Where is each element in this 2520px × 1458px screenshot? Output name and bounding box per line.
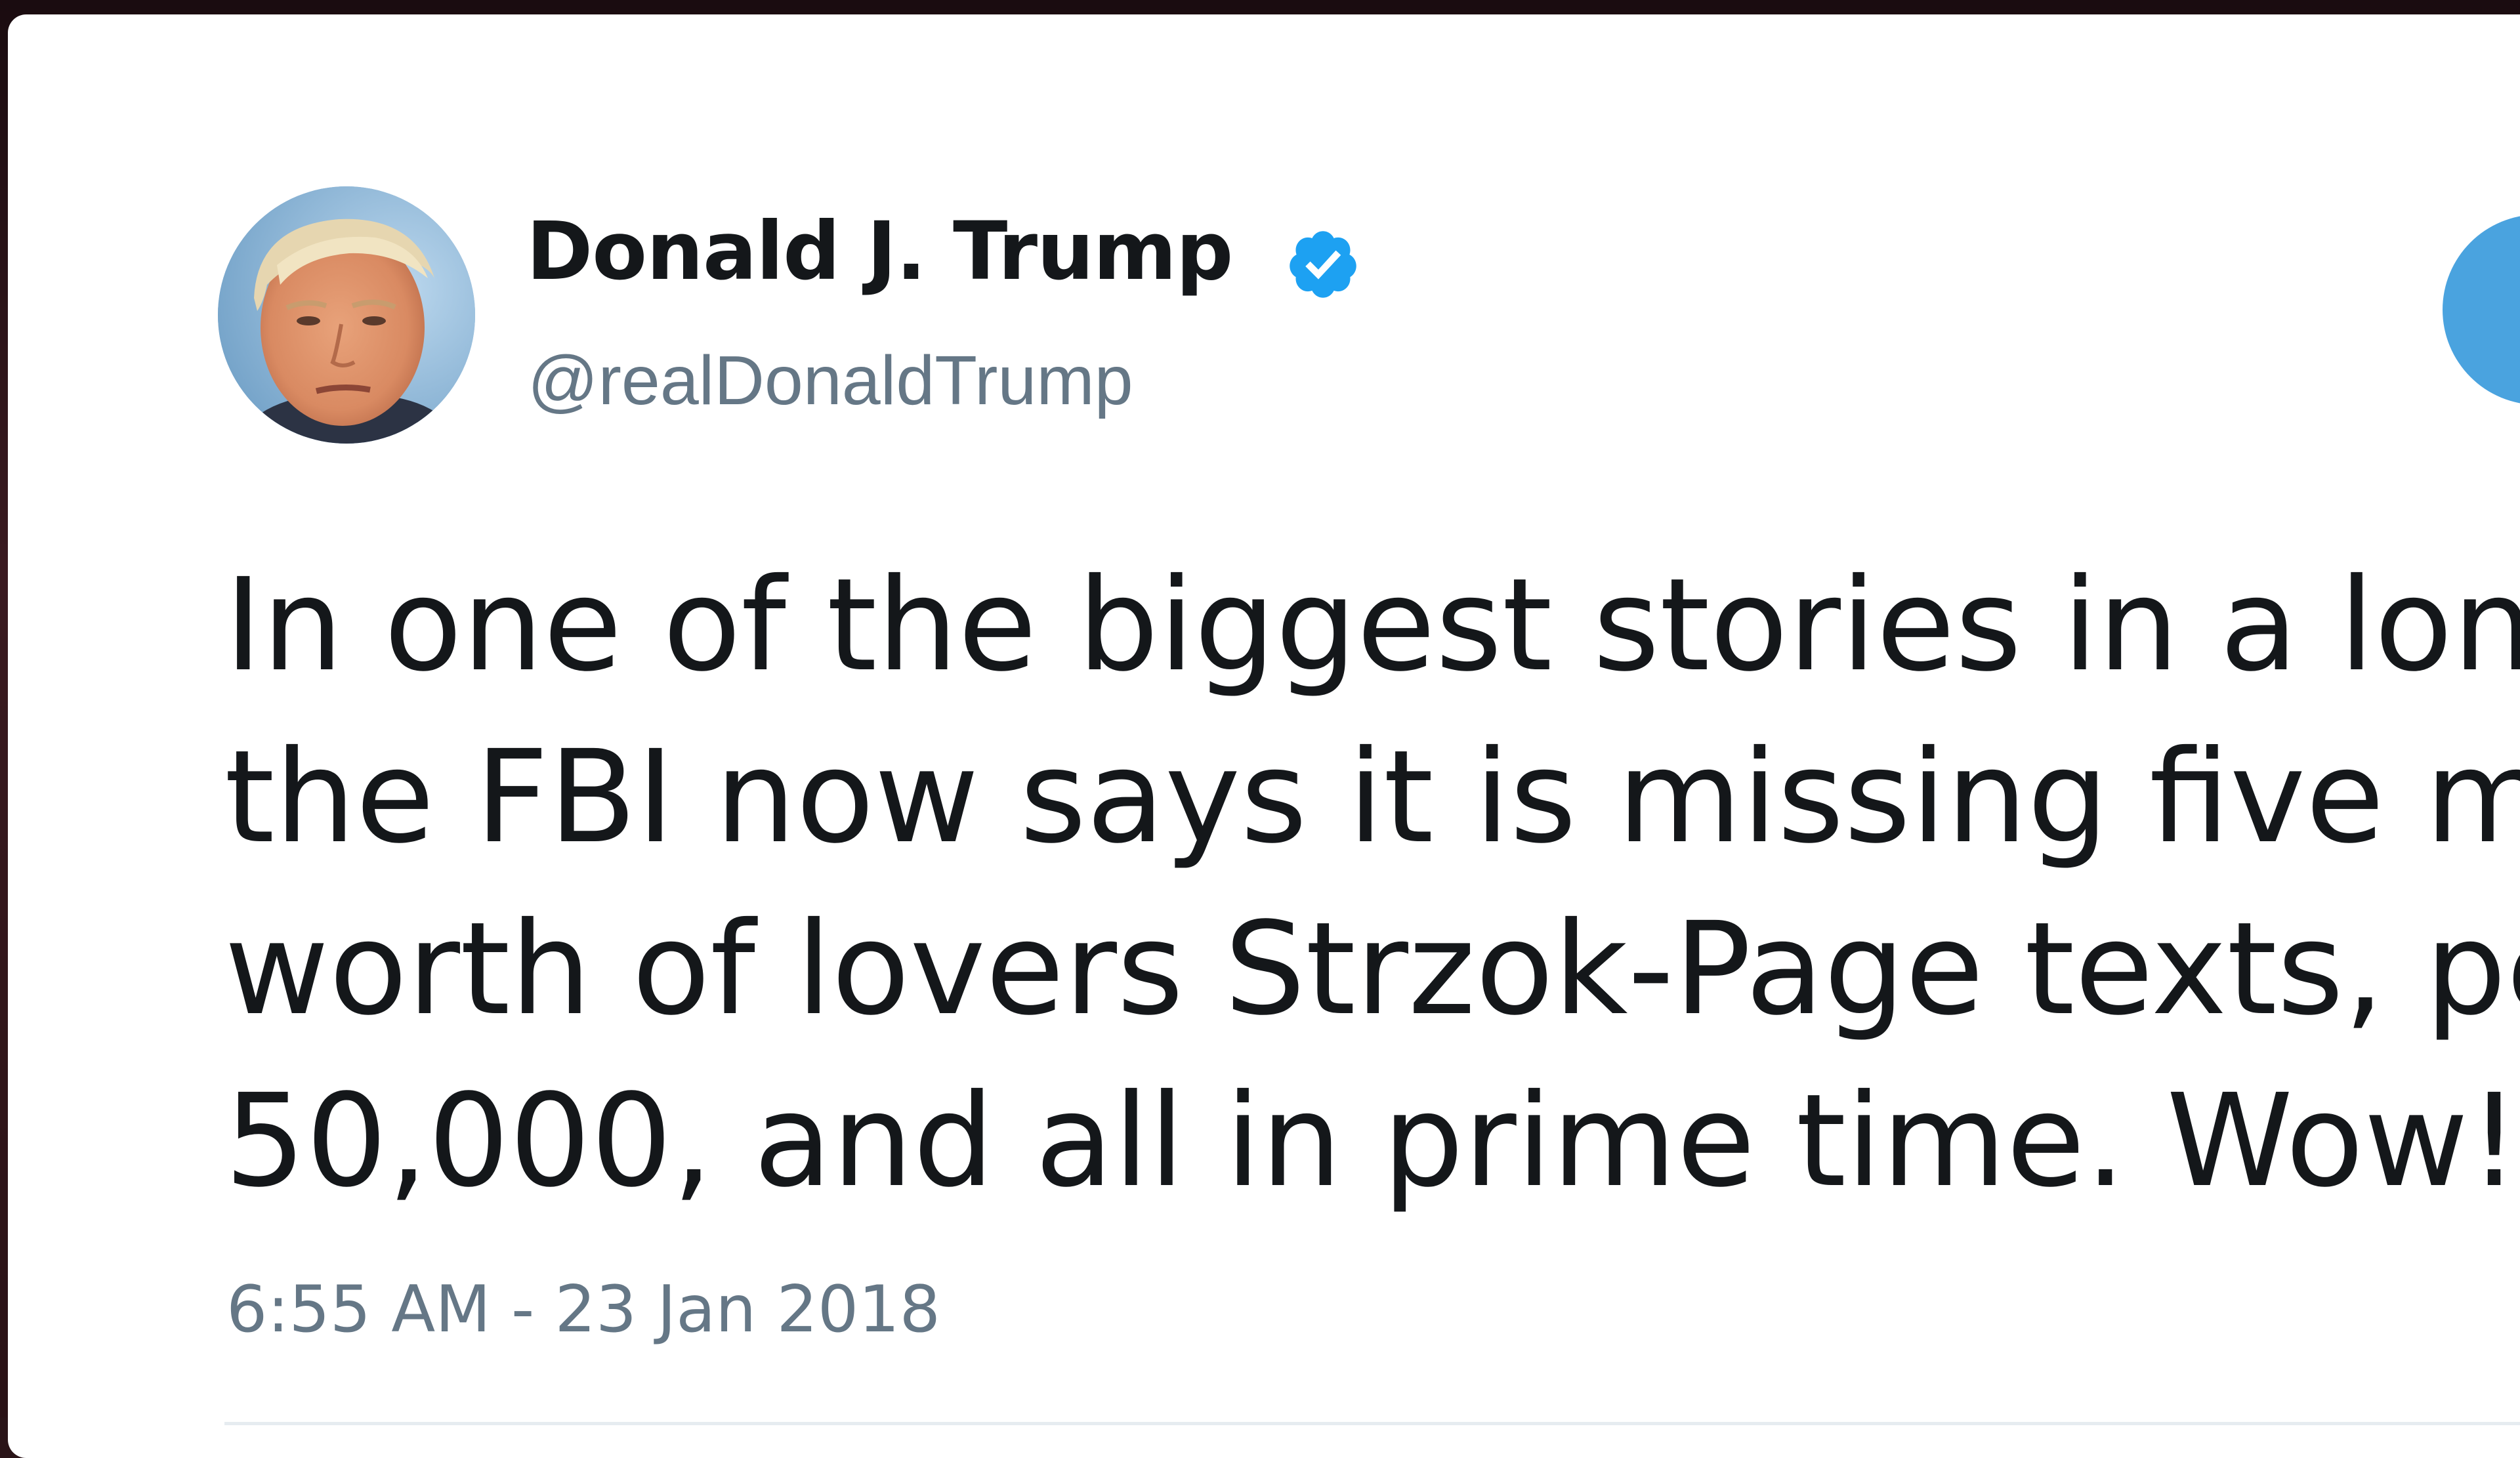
tweet-text-line: worth of lovers Strzok-Page texts, pe (224, 894, 2520, 1043)
author-avatar[interactable] (218, 186, 475, 444)
divider (224, 1422, 2520, 1425)
tweet-text-line: the FBI now says it is missing five mo (224, 722, 2520, 871)
tweet-timestamp[interactable]: 6:55 AM - 23 Jan 2018 (226, 1278, 940, 1342)
author-display-name[interactable]: Donald J. Trump (526, 211, 1233, 291)
tweet-text: In one of the biggest stories in a lon t… (224, 539, 2520, 1227)
author-handle[interactable]: @realDonaldTrump (528, 346, 1133, 415)
tweet-card: Donald J. Trump @realDonaldTrump In one … (8, 14, 2520, 1458)
verified-badge-icon (1290, 231, 1356, 298)
follow-button[interactable] (2443, 215, 2520, 405)
avatar-photo (218, 186, 475, 444)
tweet-text-line: In one of the biggest stories in a lon (224, 551, 2520, 699)
tweet-text-line: 50,000, and all in prime time. Wow! (224, 1066, 2520, 1215)
